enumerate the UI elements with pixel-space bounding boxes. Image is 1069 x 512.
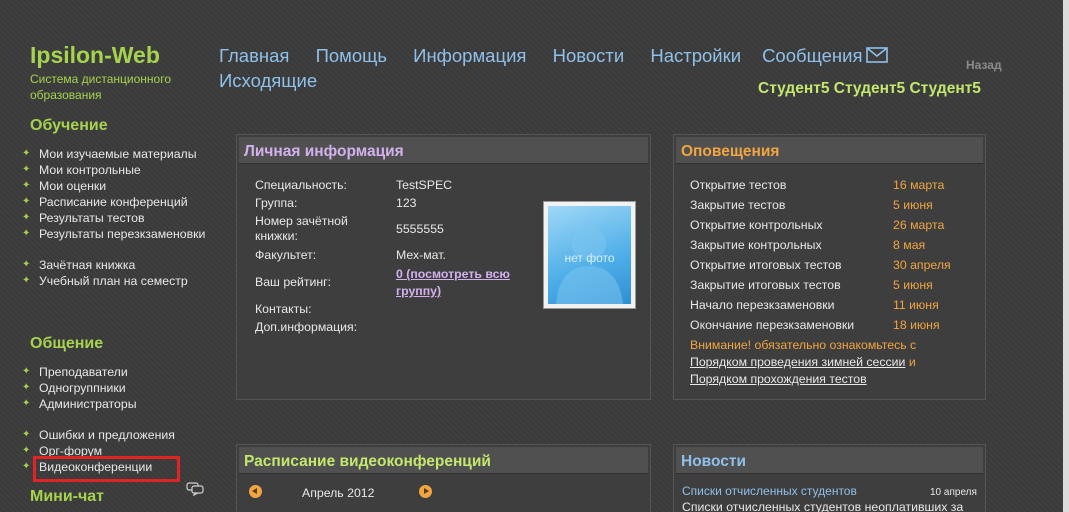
sidebar-item-test-results[interactable]: Результаты тестов (22, 210, 212, 226)
warning-line: Порядком прохождения тестов (690, 372, 867, 387)
record-book-label: Номер зачётной книжки: (255, 214, 348, 243)
notifications-title: Оповещения (681, 143, 780, 160)
site-tagline: Система дистанционного образования (30, 72, 171, 102)
sidebar-item-groupmates[interactable]: Одногруппники (22, 380, 212, 396)
extra-info-label: Доп.информация: (255, 320, 358, 334)
notification-date: 8 мая (893, 238, 926, 252)
nav-help[interactable]: Помощь (316, 45, 387, 66)
notification-date: 18 июня (893, 318, 940, 332)
warning-line: Порядком проведения зимней сессии и (690, 355, 916, 370)
news-item-text: Списки отчисленных студентов неоплативши… (682, 500, 964, 512)
videoconference-highlight (33, 456, 180, 482)
news-item-link[interactable]: Списки отчисленных студентов (682, 484, 857, 498)
no-photo-text: нет фото (564, 251, 615, 265)
notification-label: Открытие тестов (690, 178, 787, 192)
sidebar-item-admins[interactable]: Администраторы (22, 396, 212, 412)
group-label: Группа: (255, 196, 298, 210)
sidebar-heading-communication: Общение (30, 335, 104, 352)
schedule-title: Расписание видеоконференций (244, 453, 491, 470)
notification-date: 5 июня (893, 198, 933, 212)
envelope-icon (866, 47, 889, 63)
nav-outgoing[interactable]: Исходящие (219, 70, 317, 91)
sidebar-learning-list: Мои изучаемые материалы Мои контрольные … (22, 146, 212, 289)
sidebar-item-study-plan[interactable]: Учебный план на семестр (22, 273, 212, 289)
faculty-value: Мех-мат. (396, 248, 446, 262)
winter-session-link[interactable]: Порядком проведения зимней сессии (690, 355, 905, 369)
notification-label: Открытие итоговых тестов (690, 258, 842, 272)
news-item-date: 10 апреля (930, 487, 977, 498)
schedule-header: Расписание видеоконференций (239, 447, 648, 474)
test-procedure-link[interactable]: Порядком прохождения тестов (690, 372, 867, 386)
profile-photo: нет фото (543, 201, 636, 309)
back-link[interactable]: Назад (966, 58, 1002, 72)
faculty-label: Факультет: (255, 248, 317, 262)
warning-and: и (908, 355, 916, 369)
page-right-edge (1063, 0, 1069, 512)
contacts-label: Контакты: (255, 302, 312, 316)
notification-date: 5 июня (893, 278, 933, 292)
personal-info-header: Личная информация (239, 137, 648, 164)
notification-label: Закрытие итоговых тестов (690, 278, 841, 292)
prev-month-button[interactable] (249, 485, 262, 498)
specialty-label: Специальность: (255, 178, 347, 192)
notifications-header: Оповещения (676, 137, 983, 164)
specialty-value: TestSPEC (396, 178, 453, 192)
chat-bubble-icon[interactable] (186, 482, 204, 496)
warning-text: Внимание! обязательно ознакомьтесь с (690, 338, 917, 352)
warning-line: Внимание! обязательно ознакомьтесь с (690, 338, 916, 353)
personal-info-title: Личная информация (244, 143, 404, 160)
sidebar-item-reexam-results[interactable]: Результаты перезкзаменовки (22, 226, 212, 242)
user-name: Студент5 Студент5 Студент5 (758, 80, 981, 97)
news-title: Новости (681, 453, 746, 470)
nav-messages[interactable]: Сообщения (762, 45, 889, 66)
notification-label: Начало перезкзаменовки (690, 298, 835, 312)
sidebar-heading-learning: Обучение (30, 117, 108, 134)
notification-label: Окончание перезкзаменовки (690, 318, 855, 332)
notification-date: 16 марта (893, 178, 945, 192)
sidebar-item-my-tests[interactable]: Мои контрольные (22, 162, 212, 178)
notification-date: 30 апреля (893, 258, 951, 272)
rating-label: Ваш рейтинг: (255, 275, 332, 289)
sidebar-item-my-materials[interactable]: Мои изучаемые материалы (22, 146, 212, 162)
site-logo[interactable]: Ipsilon-Web (30, 42, 160, 69)
next-month-button[interactable] (419, 485, 432, 498)
notification-label: Закрытие тестов (690, 198, 786, 212)
notification-date: 26 марта (893, 218, 945, 232)
avatar-placeholder: нет фото (548, 206, 631, 304)
record-book-value: 5555555 (396, 222, 444, 236)
sidebar-item-conference-schedule[interactable]: Расписание конференций (22, 194, 212, 210)
nav-settings[interactable]: Настройки (650, 45, 741, 66)
notification-label: Закрытие контрольных (690, 238, 822, 252)
sidebar-heading-minichat: Мини-чат (30, 488, 105, 505)
rating-link[interactable]: 0 (посмотреть всю группу) (396, 266, 531, 300)
nav-info[interactable]: Информация (413, 45, 526, 66)
notification-label: Открытие контрольных (690, 218, 823, 232)
sidebar-item-feedback[interactable]: Ошибки и предложения (22, 427, 212, 443)
sidebar-item-record-book[interactable]: Зачётная книжка (22, 257, 212, 273)
news-header: Новости (676, 447, 983, 474)
calendar-month: Апрель 2012 (302, 486, 375, 500)
sidebar-item-teachers[interactable]: Преподаватели (22, 364, 212, 380)
group-value: 123 (396, 196, 417, 210)
nav-home[interactable]: Главная (219, 45, 289, 66)
schedule-panel: Расписание видеоконференций (236, 444, 651, 512)
notification-date: 11 июня (893, 298, 939, 312)
sidebar-item-my-grades[interactable]: Мои оценки (22, 178, 212, 194)
nav-news[interactable]: Новости (553, 45, 625, 66)
